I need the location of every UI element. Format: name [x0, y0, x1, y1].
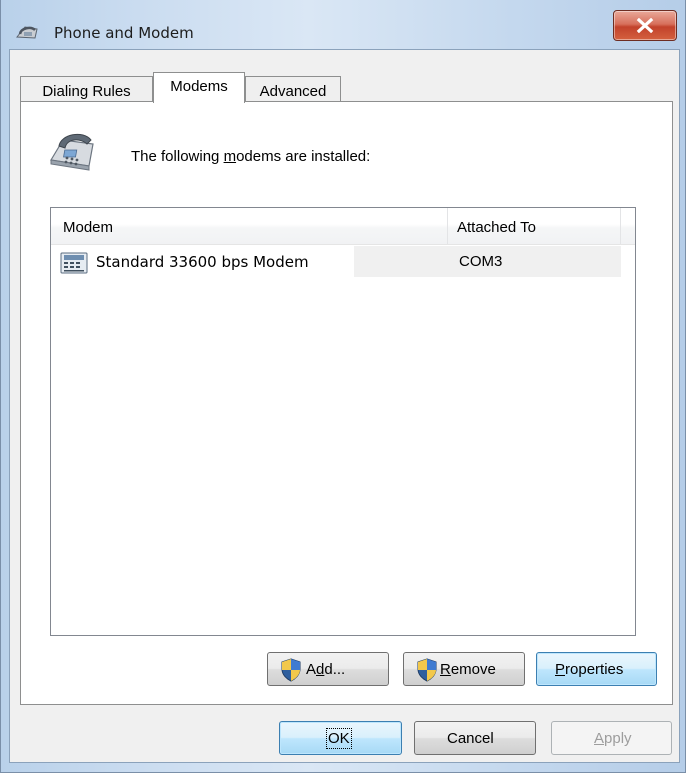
column-label: Attached To	[457, 219, 536, 236]
dialog-window: Phone and Modem Dialing Rules Modems Adv…	[0, 0, 686, 773]
uac-shield-icon	[281, 658, 301, 682]
add-pre: A	[306, 661, 317, 678]
modem-icon	[60, 252, 88, 274]
cancel-button[interactable]: Cancel	[414, 721, 536, 755]
modem-name: Standard 33600 bps Modem	[96, 253, 309, 271]
attached-port: COM3	[459, 253, 503, 270]
window-title: Phone and Modem	[54, 24, 194, 42]
tab-label: Advanced	[259, 83, 327, 100]
ok-button[interactable]: OK	[279, 721, 402, 755]
tab-label: Dialing Rules	[42, 83, 131, 100]
properties-button-label: Properties	[555, 661, 623, 678]
installed-text-accel: m	[223, 148, 237, 165]
list-header: Modem Attached To	[51, 208, 635, 245]
properties-post: roperties	[565, 661, 624, 678]
properties-accel: P	[555, 661, 566, 678]
apply-accel: A	[594, 730, 605, 747]
dialog-client-area: Dialing Rules Modems Advanced The follow…	[9, 49, 680, 763]
remove-accel: R	[440, 661, 451, 678]
close-button[interactable]	[613, 10, 677, 41]
tab-modems[interactable]: Modems	[153, 72, 245, 103]
modems-list[interactable]: Modem Attached To Standard 33600 bps Mod…	[50, 207, 636, 636]
remove-post: emove	[450, 661, 496, 678]
add-button-label: Add...	[306, 661, 345, 678]
column-header-attached-to[interactable]: Attached To	[448, 208, 621, 244]
column-label: Modem	[63, 219, 114, 236]
phone-and-modem-icon	[16, 26, 38, 39]
attached-to-cell: COM3	[354, 246, 621, 277]
title-bar[interactable]: Phone and Modem	[1, 0, 686, 48]
list-item[interactable]: Standard 33600 bps Modem COM3	[51, 246, 621, 277]
column-header-modem[interactable]: Modem	[51, 208, 448, 244]
uac-shield-icon	[417, 658, 437, 682]
tab-dialing-rules[interactable]: Dialing Rules	[20, 76, 153, 102]
modem-name-cell: Standard 33600 bps Modem	[51, 246, 354, 277]
tab-advanced[interactable]: Advanced	[245, 76, 341, 102]
installed-text-post: odems are installed:	[236, 148, 371, 165]
tab-label: Modems	[170, 78, 228, 95]
cancel-button-label: Cancel	[447, 730, 494, 747]
apply-rest: pply	[604, 730, 632, 747]
apply-button-label: Apply	[594, 730, 632, 747]
remove-button[interactable]: Remove	[403, 652, 525, 686]
properties-button[interactable]: Properties	[536, 652, 657, 686]
apply-button: Apply	[551, 721, 672, 755]
phone-icon	[50, 133, 94, 171]
close-x-icon	[636, 18, 654, 33]
add-button[interactable]: Add...	[267, 652, 389, 686]
modems-tab-panel: The following modems are installed: Mode…	[20, 101, 673, 705]
installed-modems-label: The following modems are installed:	[131, 148, 370, 165]
add-post: d...	[324, 661, 346, 678]
remove-button-label: Remove	[440, 661, 496, 678]
ok-button-label: OK	[326, 728, 352, 749]
installed-text-pre: The following	[131, 148, 224, 165]
